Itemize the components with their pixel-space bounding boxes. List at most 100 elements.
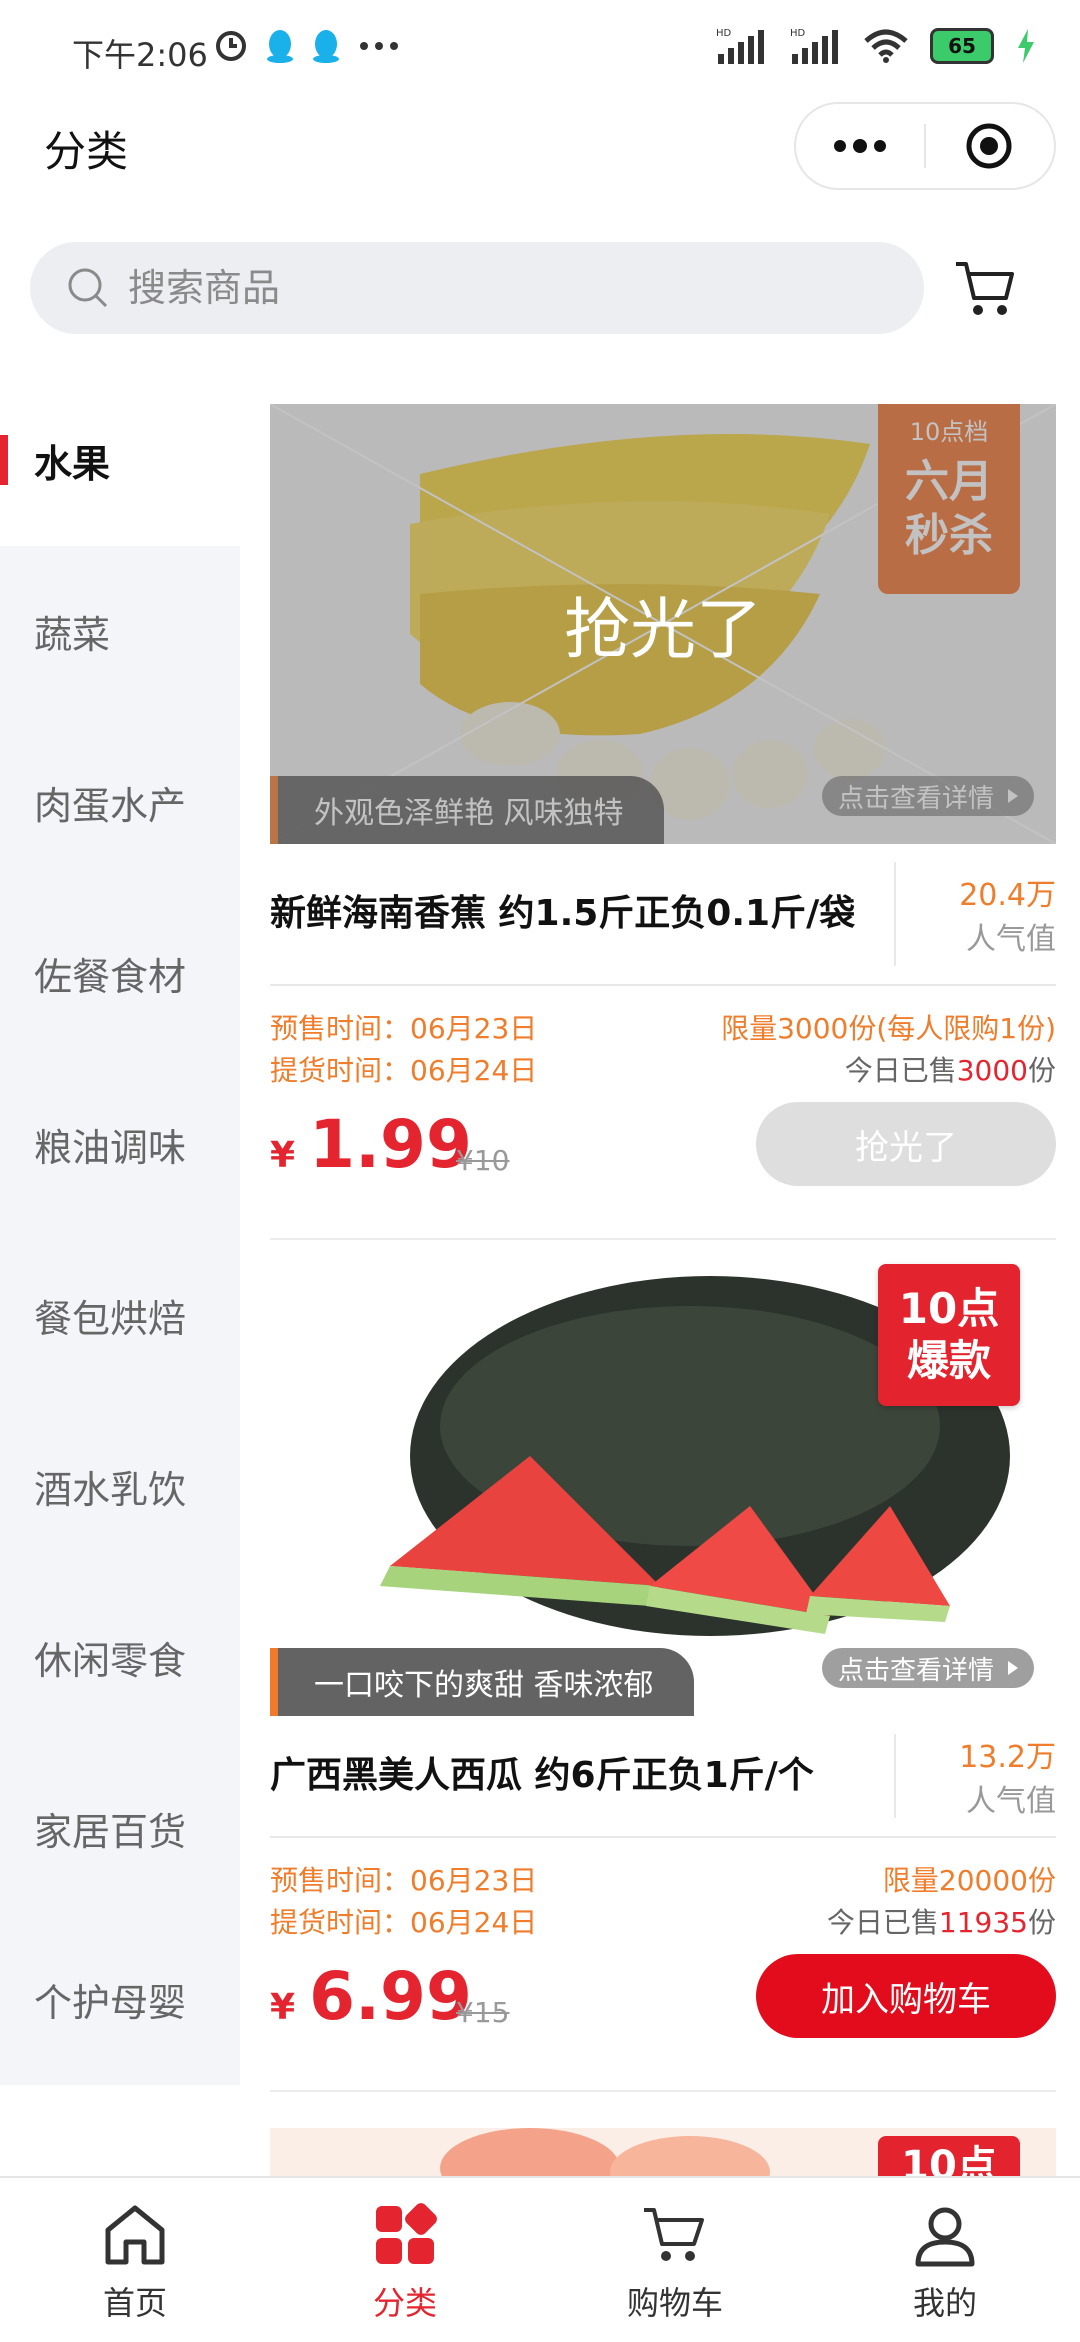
product-card[interactable]: 10点档 六月秒杀 外观色泽鲜艳 风味独特 点击查看详情 抢光了 新鲜海南香蕉 … bbox=[270, 404, 1056, 1240]
purchase-limit: 限量3000份(每人限购1份) bbox=[721, 1012, 1056, 1045]
sidebar-item-household[interactable]: 家居百货 bbox=[0, 1743, 240, 1914]
search-input[interactable] bbox=[126, 265, 830, 311]
currency-symbol: ¥ bbox=[270, 1987, 296, 2028]
product-info: 预售时间：06月23日 提货时间：06月24日 限量20000份 今日已售119… bbox=[270, 1860, 1056, 1944]
pickup-time: 提货时间：06月24日 bbox=[270, 1906, 538, 1939]
sold-suffix: 份 bbox=[1027, 1054, 1056, 1087]
presale-time: 预售时间：06月23日 bbox=[270, 1864, 538, 1897]
svg-text:HD: HD bbox=[716, 28, 732, 39]
nav-home-label: 首页 bbox=[102, 2284, 167, 2322]
sold-today: 今日已售11935份 bbox=[827, 1902, 1056, 1944]
currency-symbol: ¥ bbox=[270, 1135, 296, 1176]
price: ¥ 6.99 bbox=[270, 1958, 472, 2035]
category-sidebar: 水果 蔬菜 肉蛋水产 佐餐食材 粮油调味 餐包烘焙 酒水乳饮 休闲零食 家居百货… bbox=[0, 375, 240, 2085]
sold-count: 11935 bbox=[938, 1906, 1028, 1939]
popularity: 13.2万 人气值 bbox=[896, 1732, 1056, 1820]
product-info: 预售时间：06月23日 提货时间：06月24日 限量3000份(每人限购1份) … bbox=[270, 1008, 1056, 1092]
sidebar-item-vegetables[interactable]: 蔬菜 bbox=[0, 546, 240, 717]
product-name[interactable]: 新鲜海南香蕉 约1.5斤正负0.1斤/袋 bbox=[270, 890, 894, 938]
product-title-row: 新鲜海南香蕉 约1.5斤正负0.1斤/袋 20.4万 人气值 bbox=[270, 844, 1056, 986]
status-time: 下午2:06 bbox=[72, 36, 208, 74]
target-icon bbox=[966, 123, 1012, 169]
sidebar-item-bakery[interactable]: 餐包烘焙 bbox=[0, 1230, 240, 1401]
battery-icon: 65 bbox=[930, 28, 994, 64]
status-right-icons: HD HD 65 bbox=[716, 26, 1036, 66]
promo-badge: 10点 爆款 bbox=[878, 1264, 1020, 1406]
cart-icon bbox=[956, 262, 1014, 315]
sidebar-item-snacks[interactable]: 休闲零食 bbox=[0, 1572, 240, 1743]
add-to-cart-button[interactable]: 加入购物车 bbox=[756, 1954, 1056, 2038]
cart-button[interactable] bbox=[950, 248, 1020, 326]
original-price: ¥15 bbox=[456, 1996, 510, 2029]
more-dots-icon bbox=[360, 42, 398, 50]
product-image[interactable]: 10点档 六月秒杀 外观色泽鲜艳 风味独特 点击查看详情 抢光了 bbox=[270, 404, 1056, 844]
status-left-icons bbox=[214, 28, 400, 64]
product-card[interactable]: 10点 爆款 一口咬下的爽甜 香味浓郁 点击查看详情 广西黑美人西瓜 约6斤正负… bbox=[270, 1256, 1056, 2092]
close-miniprogram-button[interactable] bbox=[926, 104, 1052, 188]
sidebar-item-fruit[interactable]: 水果 bbox=[0, 375, 240, 546]
nav-home[interactable]: 首页 bbox=[0, 2178, 270, 2342]
purchase-limit: 限量20000份 bbox=[882, 1864, 1056, 1897]
product-slogan: 一口咬下的爽甜 香味浓郁 bbox=[270, 1648, 694, 1716]
price: ¥ 1.99 bbox=[270, 1106, 472, 1183]
cart-icon bbox=[644, 2208, 704, 2261]
product-card[interactable]: 10点 bbox=[270, 2128, 1056, 2176]
popularity-label: 人气值 bbox=[966, 922, 1056, 957]
home-icon bbox=[105, 2205, 165, 2265]
bottom-navigation: 首页 分类 购物车 我的 bbox=[0, 2176, 1080, 2342]
sidebar-item-grain-oil[interactable]: 粮油调味 bbox=[0, 1059, 240, 1230]
original-price: ¥10 bbox=[456, 1144, 510, 1177]
status-bar: 下午2:06 HD HD 65 bbox=[0, 0, 1080, 100]
popularity-label: 人气值 bbox=[966, 1784, 1056, 1819]
sidebar-item-personal-baby[interactable]: 个护母婴 bbox=[0, 1914, 240, 2085]
qq-icon bbox=[313, 30, 339, 63]
sold-today: 今日已售3000份 bbox=[721, 1050, 1056, 1092]
popularity: 20.4万 人气值 bbox=[896, 870, 1056, 958]
view-details-button[interactable]: 点击查看详情 bbox=[821, 1648, 1034, 1688]
search-icon bbox=[68, 268, 108, 308]
promo-badge: 10点 bbox=[878, 2136, 1020, 2176]
signal-hd-icon: HD bbox=[790, 28, 838, 64]
more-dots-icon bbox=[834, 139, 886, 153]
clock-icon bbox=[216, 31, 246, 61]
sold-prefix: 今日已售 bbox=[826, 1906, 939, 1939]
soldout-button[interactable]: 抢光了 bbox=[756, 1102, 1056, 1186]
user-icon bbox=[915, 2207, 975, 2267]
sidebar-item-side-dishes[interactable]: 佐餐食材 bbox=[0, 888, 240, 1059]
price-value: 1.99 bbox=[309, 1106, 472, 1183]
nav-category[interactable]: 分类 bbox=[270, 2178, 540, 2342]
presale-time: 预售时间：06月23日 bbox=[270, 1012, 538, 1045]
title-bar: 分类 bbox=[0, 100, 1080, 200]
svg-text:HD: HD bbox=[790, 28, 806, 39]
soldout-overlay-text: 抢光了 bbox=[564, 591, 762, 668]
sold-prefix: 今日已售 bbox=[844, 1054, 957, 1087]
promo-badge-line1: 10点 bbox=[898, 1284, 1000, 1333]
category-icon bbox=[376, 2203, 437, 2264]
sidebar-item-drinks[interactable]: 酒水乳饮 bbox=[0, 1401, 240, 1572]
search-bar[interactable] bbox=[30, 242, 924, 334]
signal-hd-icon: HD bbox=[716, 28, 764, 64]
product-title-row: 广西黑美人西瓜 约6斤正负1斤/个 13.2万 人气值 bbox=[270, 1716, 1056, 1838]
sold-suffix: 份 bbox=[1027, 1906, 1056, 1939]
nav-profile[interactable]: 我的 bbox=[810, 2178, 1080, 2342]
product-name[interactable]: 广西黑美人西瓜 约6斤正负1斤/个 bbox=[270, 1752, 894, 1800]
price-row: ¥ 6.99 ¥15 加入购物车 bbox=[270, 1944, 1056, 2064]
nav-category-label: 分类 bbox=[372, 2284, 437, 2322]
more-menu-button[interactable] bbox=[796, 104, 924, 188]
sold-count: 3000 bbox=[956, 1054, 1028, 1087]
page-title: 分类 bbox=[44, 127, 129, 176]
nav-profile-label: 我的 bbox=[912, 2284, 977, 2322]
charging-icon bbox=[1018, 29, 1034, 63]
promo-badge-line2: 爆款 bbox=[906, 1336, 991, 1385]
price-value: 6.99 bbox=[309, 1958, 472, 2035]
wifi-icon bbox=[864, 29, 908, 63]
divider bbox=[270, 2090, 1056, 2092]
nav-cart-label: 购物车 bbox=[626, 2284, 723, 2322]
sidebar-item-meat-eggs-seafood[interactable]: 肉蛋水产 bbox=[0, 717, 240, 888]
nav-cart[interactable]: 购物车 bbox=[540, 2178, 810, 2342]
product-image[interactable]: 10点 bbox=[270, 2128, 1056, 2176]
product-image[interactable]: 10点 爆款 一口咬下的爽甜 香味浓郁 点击查看详情 bbox=[270, 1256, 1056, 1716]
miniprogram-capsule bbox=[794, 102, 1056, 190]
qq-icon bbox=[267, 30, 293, 63]
pickup-time: 提货时间：06月24日 bbox=[270, 1054, 538, 1087]
